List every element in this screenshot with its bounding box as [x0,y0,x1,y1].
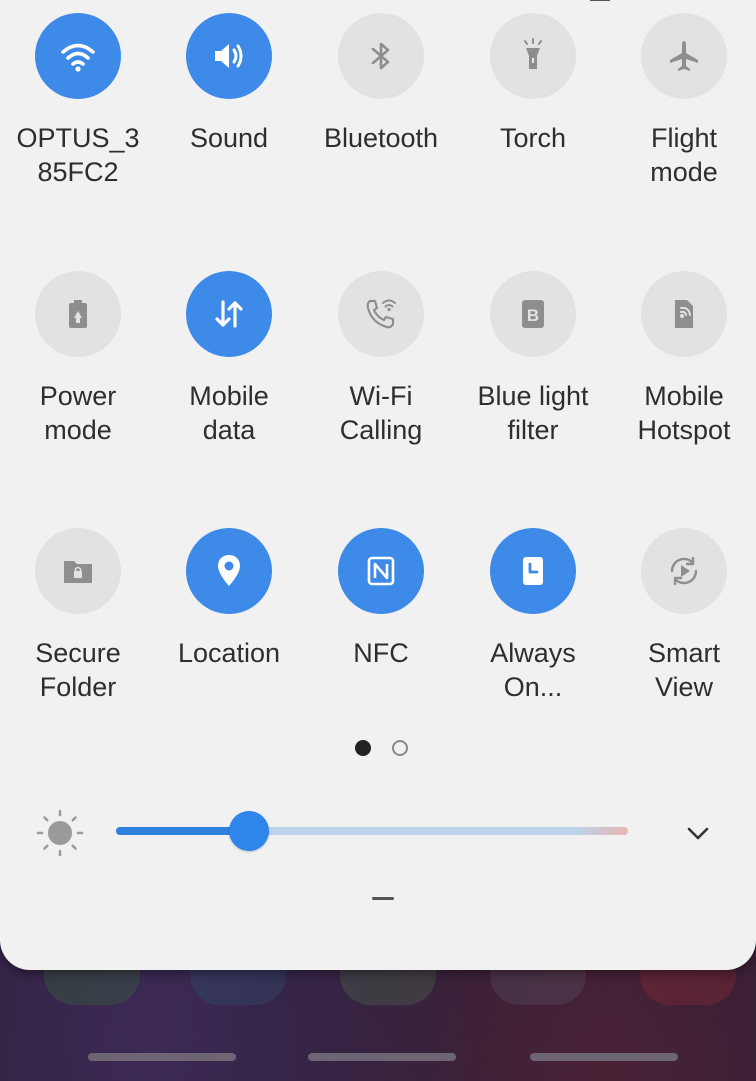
tile-always-on[interactable]: Always On... [458,528,608,704]
panel-drag-handle[interactable] [372,897,394,900]
tile-label-line: Bluetooth [323,123,439,153]
tile-mobile-data-label: Mobile data [154,379,304,447]
tile-label-line: mode [650,157,718,187]
data-arrows-icon [209,294,249,334]
tile-torch-toggle[interactable] [490,13,576,99]
tile-label-line: Secure [35,638,121,668]
tile-wifi-calling[interactable]: Wi-Fi Calling [306,271,456,447]
page-dot-inactive[interactable] [392,740,408,756]
tile-sound[interactable]: Sound [154,13,304,155]
svg-text:B: B [527,306,539,325]
tile-label-line: Torch [499,123,567,153]
tile-hotspot-toggle[interactable] [641,271,727,357]
tile-mobile-data[interactable]: Mobile data [154,271,304,447]
tile-flight-label: Flight mode [609,121,756,189]
tile-hotspot[interactable]: Mobile Hotspot [609,271,756,447]
tile-sound-label: Sound [154,121,304,155]
nav-home-button[interactable] [308,1053,456,1061]
tile-smart-view-toggle[interactable] [641,528,727,614]
wifi-icon [58,36,98,76]
tile-secure-folder-label: Secure Folder [3,636,153,704]
tile-label-line: Smart [647,638,720,668]
battery-icon [58,294,98,334]
tile-label-line: mode [44,415,112,445]
wifi-calling-icon [361,294,401,334]
tile-power-toggle[interactable] [35,271,121,357]
tile-torch-label: Torch [458,121,608,155]
tile-location-label: Location [154,636,304,670]
tile-label-line: Wi-Fi [349,381,413,411]
hotspot-icon [664,294,704,334]
tile-bluetooth[interactable]: Bluetooth [306,13,456,155]
chevron-down-icon[interactable] [680,815,716,851]
airplane-icon [664,36,704,76]
location-pin-icon [209,551,249,591]
tile-label-line: Hotspot [637,415,731,445]
tile-smart-view-label: Smart View [609,636,756,704]
speaker-icon [209,36,249,76]
tile-nfc-toggle[interactable] [338,528,424,614]
tile-power-label: Power mode [3,379,153,447]
brightness-slider[interactable] [116,811,628,851]
page-indicator [355,740,415,758]
tile-label-line: NFC [353,638,409,668]
tile-blue-light-label: Blue light filter [458,379,608,447]
tile-secure-folder[interactable]: Secure Folder [3,528,153,704]
tile-label-line: Mobile [644,381,724,411]
tile-blue-light[interactable]: B Blue light filter [458,271,608,447]
tile-mobile-data-toggle[interactable] [186,271,272,357]
nav-back-button[interactable] [530,1053,678,1061]
tile-label-line: Mobile [189,381,269,411]
tile-label-line: Power [39,381,117,411]
smart-view-icon [664,551,704,591]
tile-location[interactable]: Location [154,528,304,670]
nav-recents-button[interactable] [88,1053,236,1061]
tile-always-on-label: Always On... [458,636,608,704]
tile-power[interactable]: Power mode [3,271,153,447]
tile-nfc[interactable]: NFC [306,528,456,670]
nfc-icon [361,551,401,591]
tile-label-line: Always [490,638,576,668]
tile-label-line: Folder [39,672,117,702]
tile-nfc-label: NFC [306,636,456,670]
tile-flight-toggle[interactable] [641,13,727,99]
tile-secure-folder-toggle[interactable] [35,528,121,614]
tile-label-line: Blue light [477,381,589,411]
tile-hotspot-label: Mobile Hotspot [609,379,756,447]
brightness-sun-icon [36,809,84,857]
tile-wifi[interactable]: OPTUS_3 85FC2 [3,13,153,189]
tile-label-line: Sound [189,123,269,153]
tile-bluetooth-label: Bluetooth [306,121,456,155]
tile-label-line: Flight [650,123,718,153]
tile-label-line: data [202,415,256,445]
brightness-slider-thumb[interactable] [229,811,269,851]
clock-display-icon [513,551,553,591]
tile-smart-view[interactable]: Smart View [609,528,756,704]
quick-settings-panel: OPTUS_3 85FC2 Sound Bluetooth Torch Flight mod… [0,0,756,970]
tile-label-line: filter [507,415,559,445]
tile-location-toggle[interactable] [186,528,272,614]
tile-label-line: Location [177,638,281,668]
tile-flight[interactable]: Flight mode [609,13,756,189]
tile-label-line: OPTUS_3 [16,123,140,153]
folder-lock-icon [58,551,98,591]
blue-light-icon: B [513,294,553,334]
tile-label-line: 85FC2 [37,157,119,187]
bluetooth-icon [361,36,401,76]
page-dot-active[interactable] [355,740,371,756]
tile-blue-light-toggle[interactable]: B [490,271,576,357]
tile-label-line: View [654,672,714,702]
tile-torch[interactable]: Torch [458,13,608,155]
tile-label-line: On... [503,672,563,702]
tile-sound-toggle[interactable] [186,13,272,99]
torch-icon [513,36,553,76]
tile-label-line: Calling [339,415,423,445]
tile-wifi-toggle[interactable] [35,13,121,99]
tile-always-on-toggle[interactable] [490,528,576,614]
tile-wifi-label: OPTUS_3 85FC2 [3,121,153,189]
tile-wifi-calling-toggle[interactable] [338,271,424,357]
tile-bluetooth-toggle[interactable] [338,13,424,99]
tile-wifi-calling-label: Wi-Fi Calling [306,379,456,447]
